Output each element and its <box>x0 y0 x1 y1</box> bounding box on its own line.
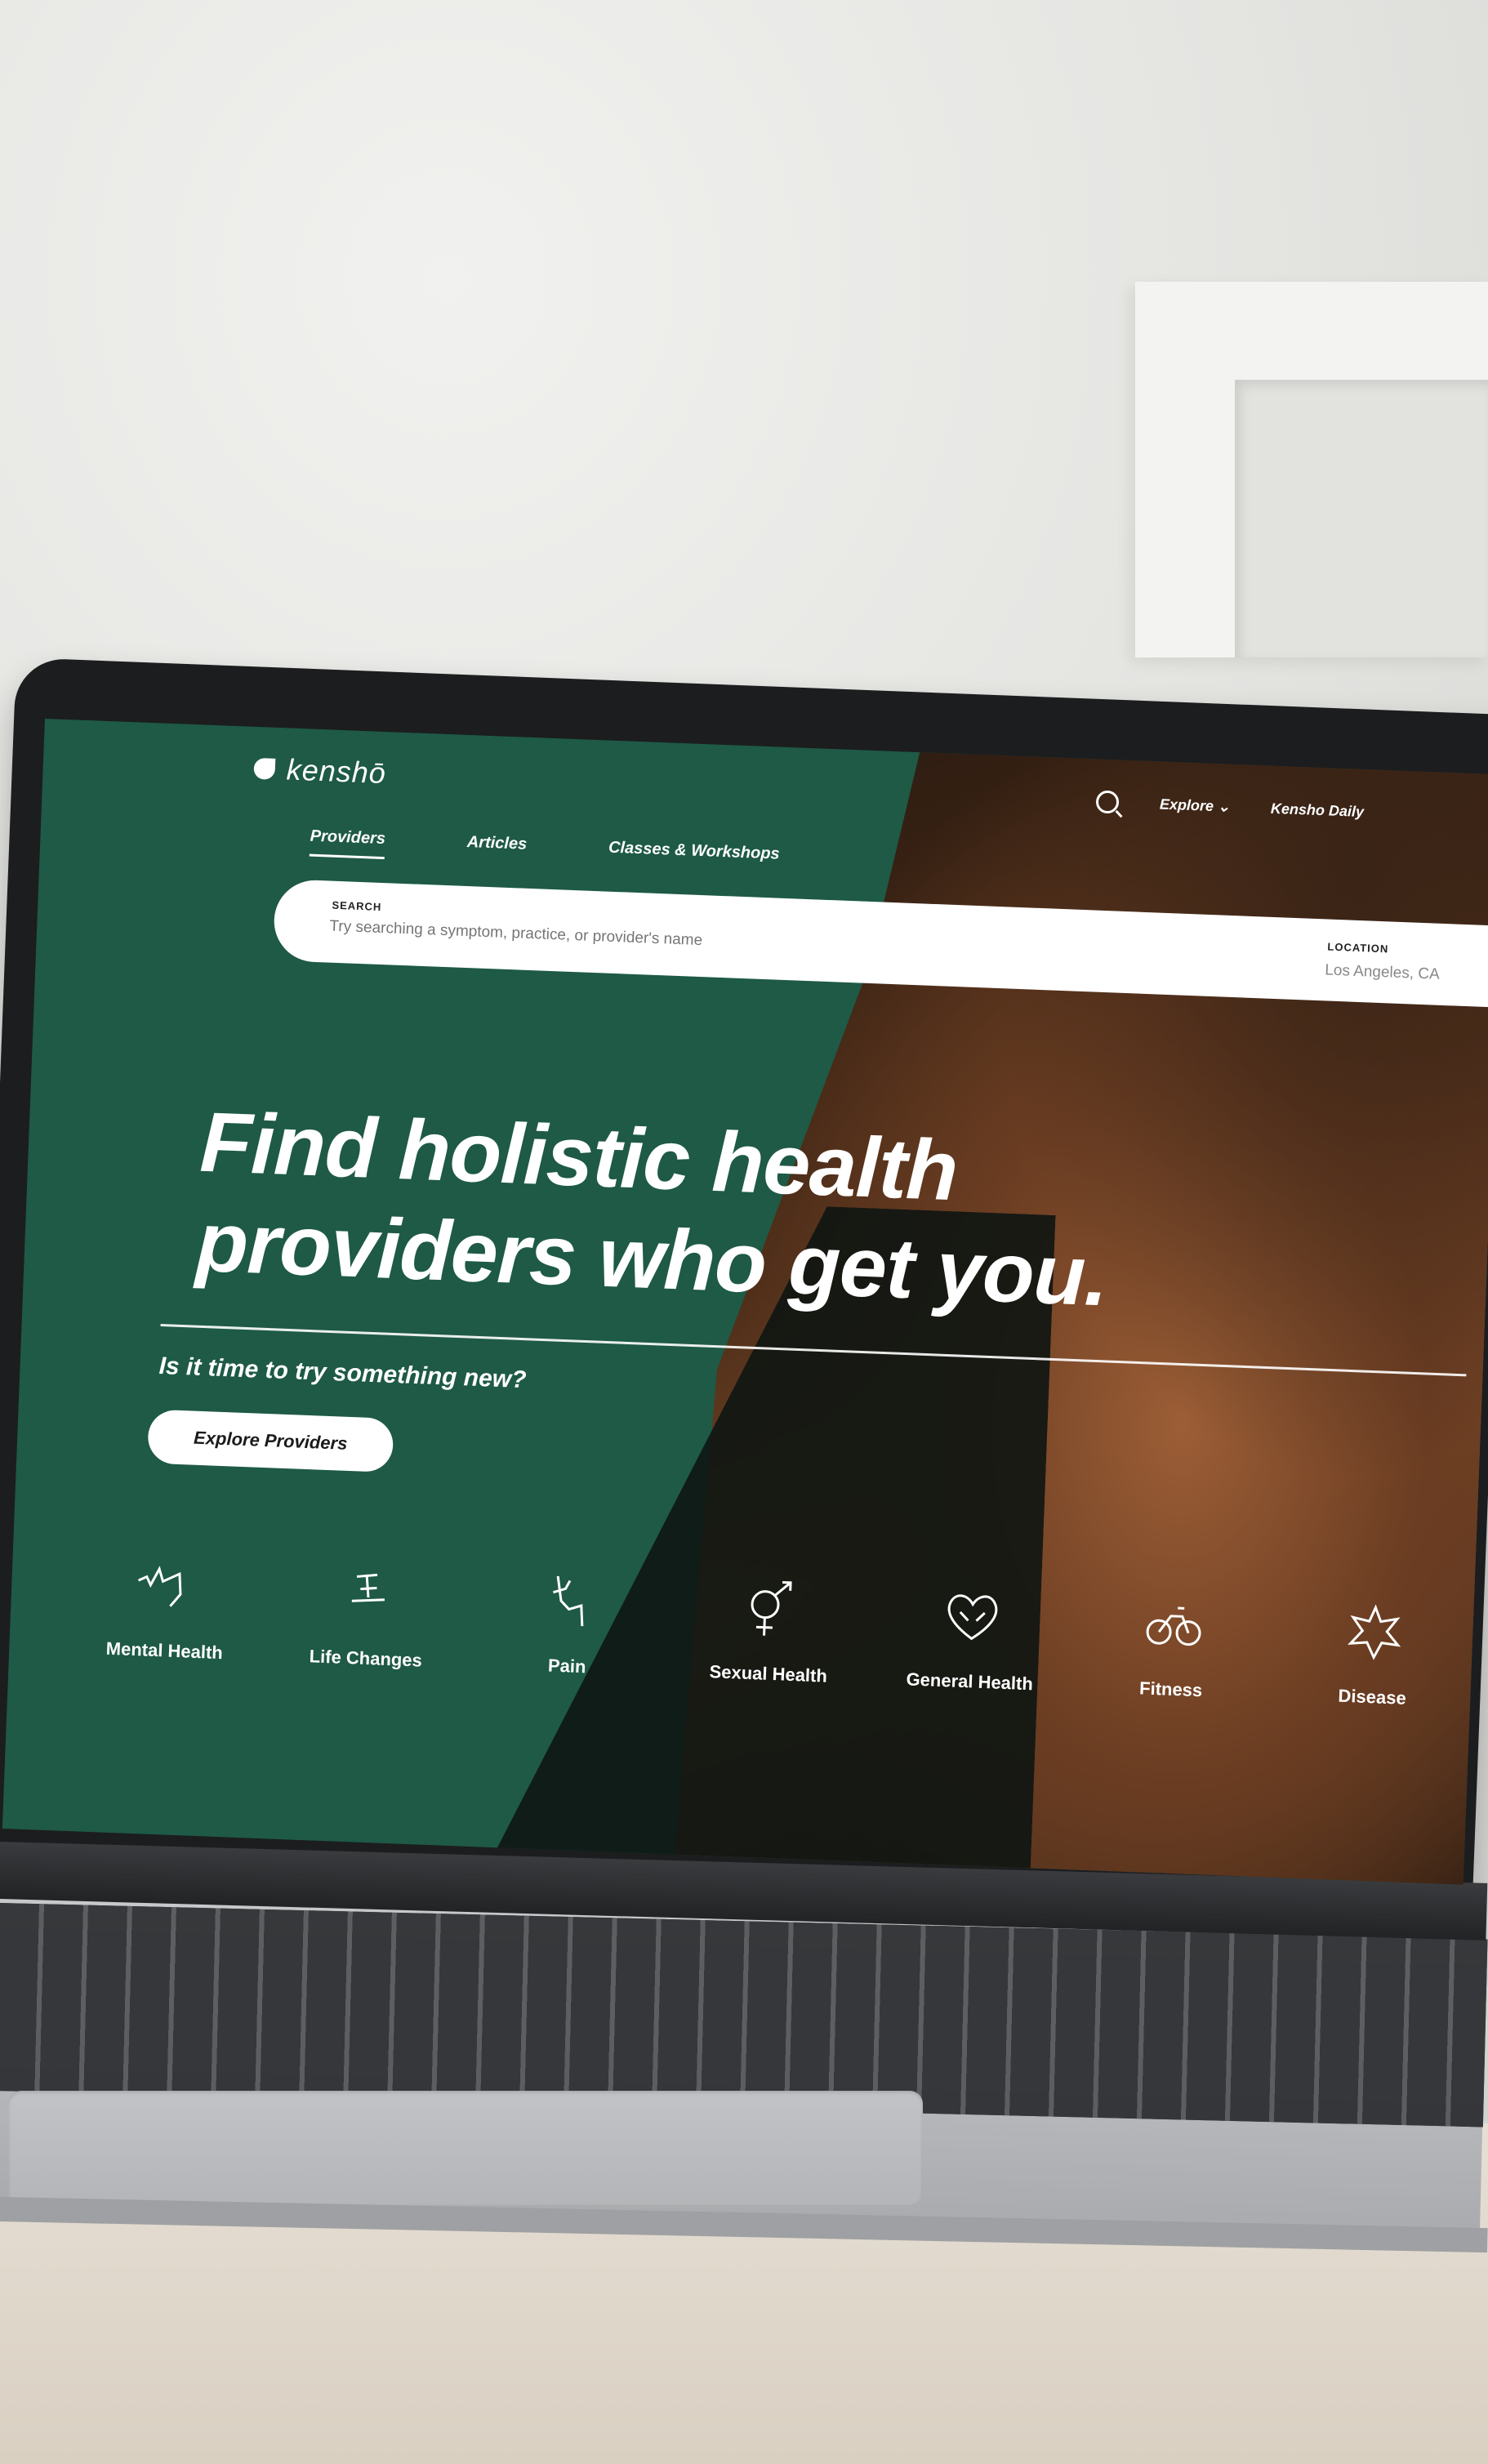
category-label: Mental Health <box>105 1637 224 1664</box>
hero-heading: Find holistic health providers who get y… <box>194 1093 1181 1330</box>
search-label: SEARCH <box>332 898 382 913</box>
category-disease[interactable]: Disease <box>1290 1593 1458 1712</box>
location-field[interactable]: Los Angeles, CA <box>1325 961 1440 983</box>
category-pain[interactable]: Pain <box>485 1562 653 1681</box>
disease-icon <box>1347 1604 1401 1660</box>
mental-health-icon <box>137 1566 182 1607</box>
fitness-icon <box>1146 1606 1201 1646</box>
category-life-changes[interactable]: Life Changes <box>283 1553 451 1673</box>
category-label: Disease <box>1338 1685 1407 1709</box>
laptop-screen: kenshō Explore ⌄ Kensho Daily Providers … <box>2 719 1488 1885</box>
category-label: Pain <box>547 1655 586 1678</box>
category-label: Life Changes <box>309 1646 423 1671</box>
category-sexual-health[interactable]: Sexual Health <box>686 1569 853 1688</box>
category-mental-health[interactable]: Mental Health <box>82 1546 250 1665</box>
search-input[interactable] <box>327 916 903 959</box>
section-tabs: Providers Articles Classes & Workshops <box>309 827 780 875</box>
laptop-trackpad <box>8 2091 923 2205</box>
brand-logo[interactable]: kenshō <box>253 751 387 791</box>
pain-icon <box>553 1575 584 1627</box>
life-changes-icon <box>351 1573 385 1602</box>
picture-frame-inner <box>1235 380 1488 657</box>
tab-providers[interactable]: Providers <box>309 827 386 860</box>
explore-providers-button[interactable]: Explore Providers <box>147 1409 394 1473</box>
category-label: Sexual Health <box>709 1661 828 1686</box>
leaf-icon <box>253 757 276 780</box>
category-fitness[interactable]: Fitness <box>1089 1584 1256 1704</box>
brand-name: kenshō <box>286 752 387 791</box>
explore-menu[interactable]: Explore ⌄ <box>1160 795 1231 815</box>
category-general-health[interactable]: General Health <box>888 1577 1055 1696</box>
category-label: Fitness <box>1138 1678 1203 1701</box>
hero-subheading: Is it time to try something new? <box>158 1352 528 1394</box>
sexual-health-icon <box>751 1580 792 1636</box>
general-health-icon <box>947 1594 997 1641</box>
location-label: LOCATION <box>1327 940 1389 956</box>
tab-classes-workshops[interactable]: Classes & Workshops <box>608 839 780 875</box>
tab-articles[interactable]: Articles <box>466 833 527 865</box>
kensho-daily-link[interactable]: Kensho Daily <box>1271 800 1365 820</box>
picture-frame <box>1135 282 1488 657</box>
search-icon[interactable] <box>1095 790 1120 814</box>
